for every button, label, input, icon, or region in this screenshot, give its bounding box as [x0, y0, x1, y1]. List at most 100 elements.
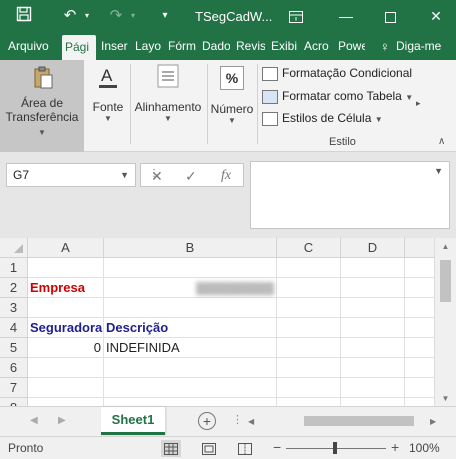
lightbulb-icon[interactable]: ♀ [380, 33, 392, 60]
cell-b5[interactable]: INDEFINIDA [104, 338, 277, 358]
grid-cell[interactable] [405, 378, 434, 398]
tab-dados[interactable]: Dado [202, 33, 230, 60]
grid-cell[interactable] [104, 298, 277, 318]
grid-cell[interactable] [277, 278, 341, 298]
row-header-7[interactable]: 7 [0, 378, 28, 398]
column-header-e[interactable] [405, 238, 434, 258]
scroll-up-icon[interactable]: ▲ [435, 242, 456, 251]
scroll-right-icon[interactable]: ▶ [430, 417, 436, 426]
format-as-table-button[interactable]: Formatar como Tabela ▼ [262, 85, 413, 107]
add-sheet-icon[interactable]: + [198, 412, 216, 430]
tab-acrobat[interactable]: Acro [304, 33, 332, 60]
expand-formula-icon[interactable]: ▼ [434, 166, 443, 176]
grid-cell[interactable] [405, 278, 434, 298]
tab-arquivo[interactable]: Arquivo [8, 33, 54, 60]
scroll-left-icon[interactable]: ◀ [248, 417, 254, 426]
grid-cell[interactable] [28, 298, 104, 318]
cell-b2[interactable]: ██████████ [104, 278, 277, 298]
grid-cell[interactable] [28, 358, 104, 378]
grid-cell[interactable] [104, 358, 277, 378]
maximize-icon[interactable] [374, 0, 406, 33]
grid-cell[interactable] [28, 258, 104, 278]
formula-input[interactable]: ▼ [250, 161, 450, 229]
zoom-out-button[interactable]: − [273, 439, 281, 455]
font-group-button[interactable]: A Fonte ▼ [88, 64, 128, 123]
grid-cell[interactable] [277, 338, 341, 358]
minimize-icon[interactable]: — [330, 0, 362, 33]
grid-cell[interactable] [341, 258, 405, 278]
grid-cell[interactable] [28, 398, 104, 406]
page-layout-view-icon[interactable] [199, 440, 219, 457]
grid-cell[interactable] [277, 398, 341, 406]
zoom-in-button[interactable]: + [391, 439, 399, 455]
name-box[interactable]: G7 ▼ [6, 163, 136, 187]
tell-me-search[interactable]: Diga-me [396, 33, 456, 60]
column-header-b[interactable]: B [104, 238, 277, 258]
collapse-ribbon-icon[interactable]: ∧ [438, 136, 445, 147]
zoom-slider-knob[interactable] [333, 442, 337, 454]
grid-cell[interactable] [341, 318, 405, 338]
save-icon[interactable] [14, 6, 34, 26]
row-header-2[interactable]: 2 [0, 278, 28, 298]
grid-cell[interactable] [405, 398, 434, 406]
column-header-a[interactable]: A [28, 238, 104, 258]
grid-cell[interactable] [341, 398, 405, 406]
grid-cell[interactable] [341, 338, 405, 358]
row-header-3[interactable]: 3 [0, 298, 28, 318]
grid-cell[interactable] [277, 378, 341, 398]
undo-dropdown-icon[interactable]: ▾ [82, 6, 92, 26]
row-header-8[interactable]: 8 [0, 398, 28, 406]
tab-inserir[interactable]: Inser [101, 33, 129, 60]
conditional-formatting-button[interactable]: Formatação Condicional [262, 62, 412, 84]
scroll-down-icon[interactable]: ▼ [435, 394, 456, 403]
alignment-group-button[interactable]: Alinhamento ▼ [131, 64, 205, 123]
grid-cell[interactable] [277, 258, 341, 278]
grid-cell[interactable] [405, 258, 434, 278]
ribbon-display-icon[interactable] [280, 0, 312, 33]
cell-b4[interactable]: Descrição [104, 318, 277, 338]
enter-icon[interactable]: ✓ [185, 168, 197, 185]
tab-revisao[interactable]: Revis [236, 33, 265, 60]
tab-pagina-inicial[interactable]: Pági [62, 35, 96, 60]
grid-cell[interactable] [277, 298, 341, 318]
sheet-next-icon[interactable]: ▶ [58, 415, 66, 426]
number-group-button[interactable]: % Número ▼ [208, 64, 256, 125]
tab-power-pivot[interactable]: Powe [338, 33, 365, 60]
grid-cell[interactable] [104, 398, 277, 406]
cell-styles-button[interactable]: Estilos de Célula ▼ [262, 107, 383, 129]
insert-function-icon[interactable]: fx [221, 168, 231, 184]
cell-a4[interactable]: Seguradora [28, 318, 104, 338]
row-header-1[interactable]: 1 [0, 258, 28, 278]
grid-cell[interactable] [405, 338, 434, 358]
tab-formulas[interactable]: Fórm [168, 33, 196, 60]
grid-cell[interactable] [341, 358, 405, 378]
redo-dropdown-icon[interactable]: ▾ [128, 6, 138, 26]
grid-cell[interactable] [405, 318, 434, 338]
close-icon[interactable]: ✕ [420, 0, 452, 33]
grid-cell[interactable] [28, 378, 104, 398]
column-header-d[interactable]: D [341, 238, 405, 258]
clipboard-group[interactable]: Área de Transferência ▼ [0, 60, 84, 152]
grid-cell[interactable] [341, 278, 405, 298]
horizontal-scrollbar[interactable]: ◀ ▶ [246, 414, 442, 429]
normal-view-icon[interactable] [161, 440, 181, 457]
grid-cell[interactable] [104, 378, 277, 398]
tab-layout[interactable]: Layo [135, 33, 163, 60]
grid-cell[interactable] [277, 358, 341, 378]
row-header-4[interactable]: 4 [0, 318, 28, 338]
grid-cell[interactable] [405, 298, 434, 318]
cell-a2[interactable]: Empresa [28, 278, 104, 298]
sheet-tab-sheet1[interactable]: Sheet1 [101, 407, 165, 435]
undo-icon[interactable]: ↶ [60, 6, 80, 26]
cell-a5[interactable]: 0 [28, 338, 104, 358]
scroll-thumb[interactable] [304, 416, 414, 426]
chevron-down-icon[interactable]: ▼ [120, 164, 129, 186]
redo-icon[interactable]: ↷ [106, 6, 126, 26]
page-break-view-icon[interactable] [235, 440, 255, 457]
grid-cell[interactable] [277, 318, 341, 338]
vertical-scrollbar[interactable]: ▲ ▼ [434, 238, 456, 406]
column-header-c[interactable]: C [277, 238, 341, 258]
grid-cell[interactable] [104, 258, 277, 278]
grid-cell[interactable] [341, 378, 405, 398]
scroll-thumb[interactable] [440, 260, 451, 302]
